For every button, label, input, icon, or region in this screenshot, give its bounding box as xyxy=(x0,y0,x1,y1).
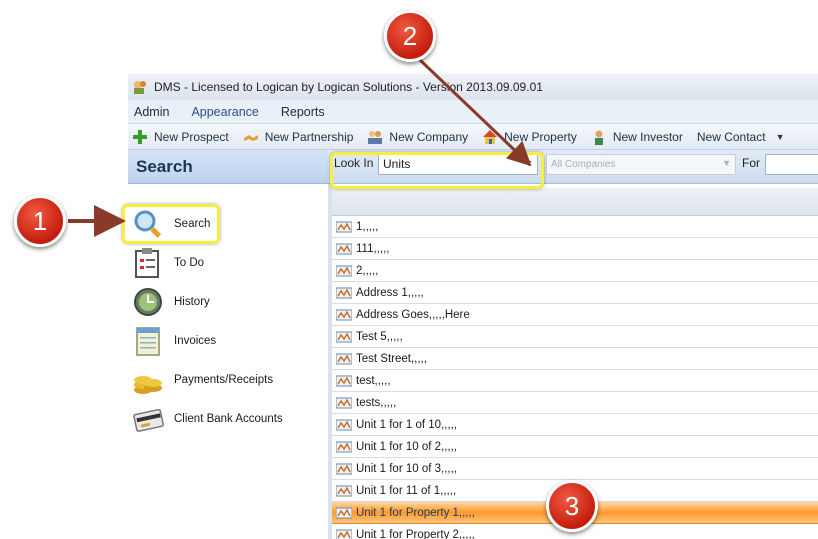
callout-arrows xyxy=(68,58,532,237)
callout-badge-2: 2 xyxy=(384,10,436,62)
callout-badge-3: 3 xyxy=(546,480,598,532)
callout-badge-1: 1 xyxy=(14,195,66,247)
